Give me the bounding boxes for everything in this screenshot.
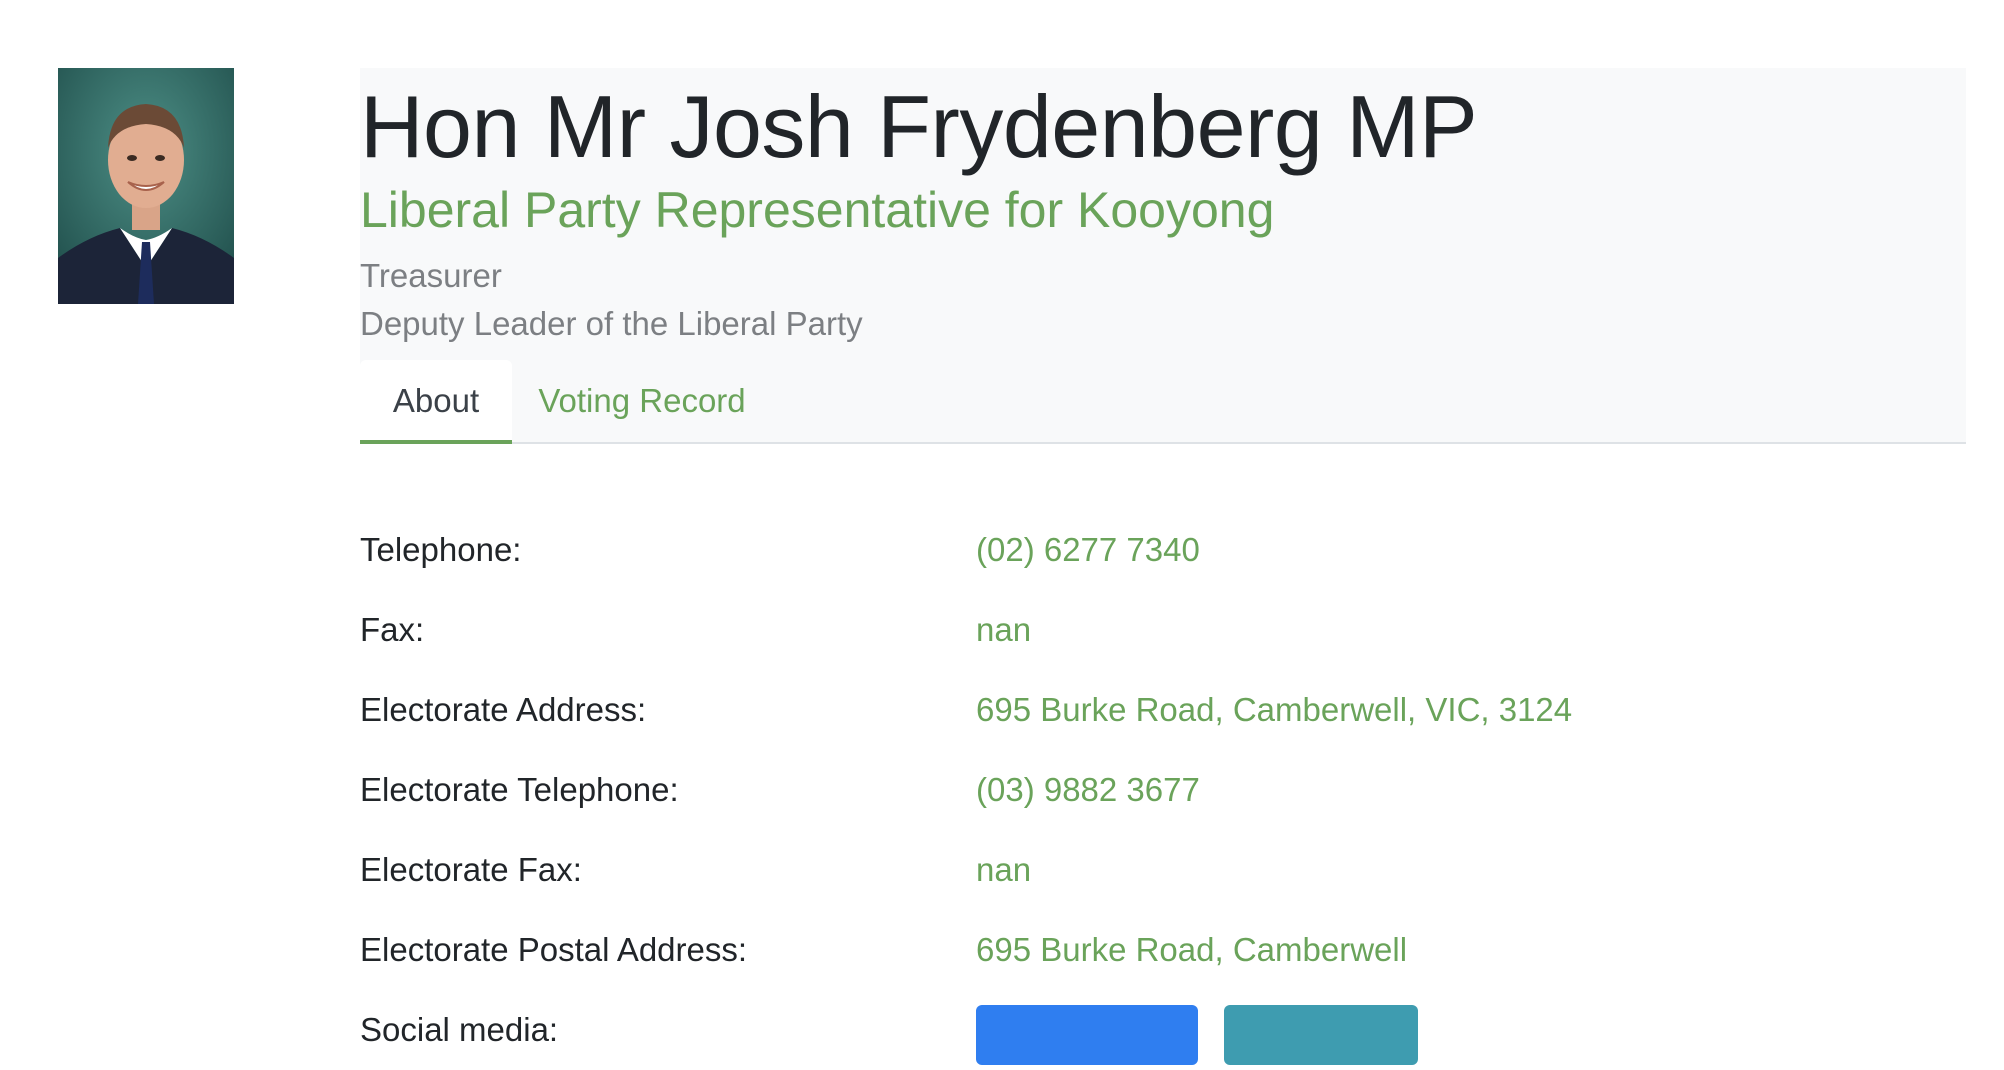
- member-photo: [58, 68, 234, 304]
- contact-label: Electorate Postal Address:: [360, 931, 748, 968]
- contact-row-electorate-telephone: Electorate Telephone: (03) 9882 3677: [360, 770, 1966, 830]
- tab-about[interactable]: About: [360, 360, 512, 444]
- electorate-fax-link[interactable]: nan: [976, 850, 1031, 890]
- fax-link[interactable]: nan: [976, 610, 1031, 650]
- tab-voting-record[interactable]: Voting Record: [512, 360, 772, 444]
- contact-label: Electorate Fax:: [360, 851, 582, 888]
- member-role: Treasurer: [360, 257, 502, 294]
- contact-label: Electorate Telephone:: [360, 771, 679, 808]
- profile-tabs: About Voting Record: [360, 360, 1966, 444]
- contact-label: Social media:: [360, 1011, 559, 1048]
- member-role: Deputy Leader of the Liberal Party: [360, 305, 863, 342]
- contact-row-telephone: Telephone: (02) 6277 7340: [360, 530, 1966, 590]
- electorate-address-link[interactable]: 695 Burke Road, Camberwell, VIC, 3124: [976, 690, 1572, 730]
- contact-row-electorate-address: Electorate Address: 695 Burke Road, Camb…: [360, 690, 1966, 750]
- telephone-link[interactable]: (02) 6277 7340: [976, 530, 1200, 570]
- contact-row-electorate-fax: Electorate Fax: nan: [360, 850, 1966, 910]
- electorate-telephone-link[interactable]: (03) 9882 3677: [976, 770, 1200, 810]
- contact-row-fax: Fax: nan: [360, 610, 1966, 670]
- contact-label: Fax:: [360, 611, 425, 648]
- member-name: Hon Mr Josh Frydenberg MP: [360, 77, 1478, 176]
- contact-row-electorate-postal-address: Electorate Postal Address: 695 Burke Roa…: [360, 930, 1966, 990]
- social-media-button[interactable]: [1224, 1005, 1418, 1065]
- electorate-postal-address-link[interactable]: 695 Burke Road, Camberwell: [976, 930, 1407, 970]
- contact-label: Telephone:: [360, 531, 522, 568]
- contact-label: Electorate Address:: [360, 691, 647, 728]
- social-media-button[interactable]: [976, 1005, 1198, 1065]
- member-header: Hon Mr Josh Frydenberg MP Liberal Party …: [360, 68, 1966, 444]
- member-party-electorate: Liberal Party Representative for Kooyong: [360, 182, 1275, 238]
